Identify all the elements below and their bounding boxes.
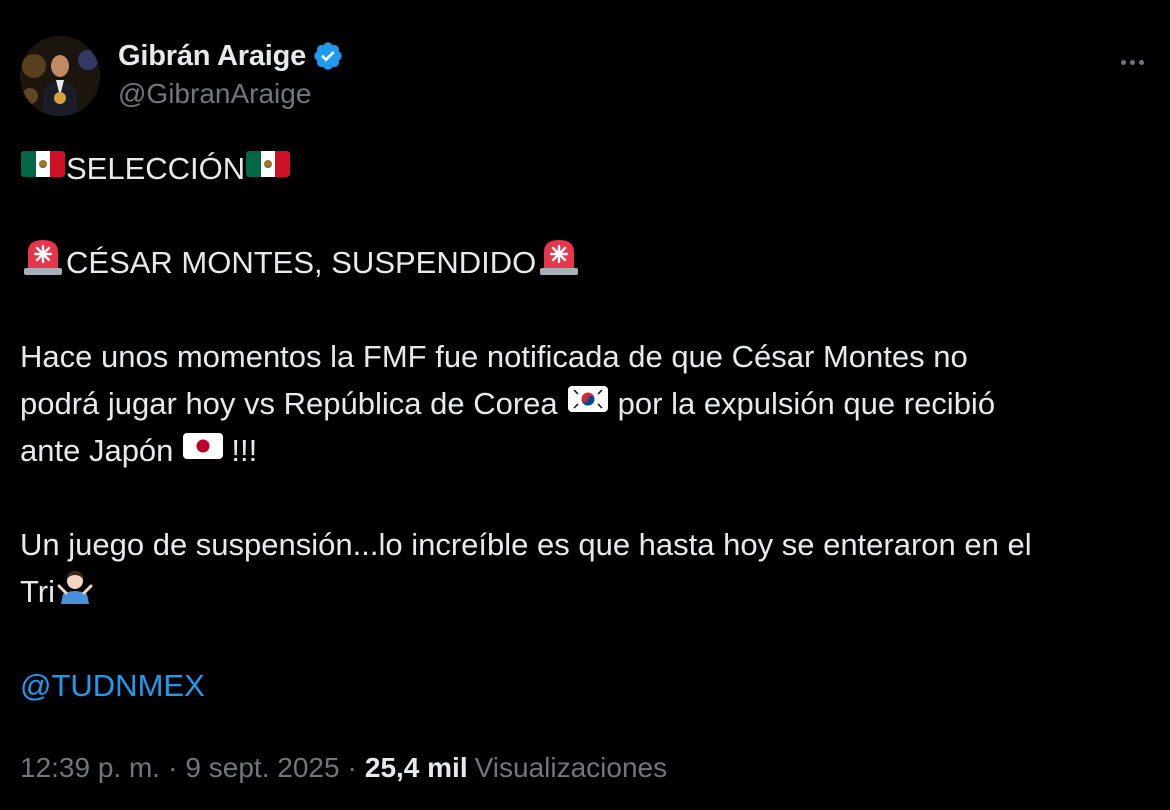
tweet-line: CÉSAR MONTES, SUSPENDIDO (20, 239, 1150, 286)
tweet-paragraph-text: por la expulsión que recibió (617, 386, 996, 421)
tweet-line: Hace unos momentos la FMF fue notificada… (20, 333, 1150, 380)
tweet-line: Tri (20, 568, 1150, 615)
tweet-time[interactable]: 12:39 p. m. (20, 752, 160, 784)
mention-link[interactable]: @TUDNMEX (20, 662, 205, 709)
avatar[interactable] (20, 36, 100, 116)
separator-dot: · (168, 752, 178, 783)
author-info: Gibrán Araige @GibranAraige (118, 38, 344, 110)
tweet-metadata: 12:39 p. m. · 9 sept. 2025 · 25,4 mil Vi… (20, 752, 667, 784)
author-display-name[interactable]: Gibrán Araige (118, 40, 306, 73)
verified-badge-icon[interactable] (312, 40, 344, 72)
separator-dot: · (347, 752, 357, 783)
tweet-paragraph-text: ante Japón (20, 433, 174, 468)
views-count[interactable]: 25,4 mil (365, 752, 468, 784)
author-handle[interactable]: @GibranAraige (118, 78, 344, 110)
tweet-paragraph-text: !!! (231, 433, 258, 468)
mexico-flag-icon (21, 145, 65, 192)
tweet-line: ante Japón !!! (20, 427, 1150, 474)
tweet-paragraph-text: Un juego de suspensión...lo increíble es… (20, 527, 1032, 562)
tweet-heading-seleccion: SELECCIÓN (66, 151, 246, 186)
mexico-flag-icon (246, 145, 291, 192)
tweet-date[interactable]: 9 sept. 2025 (185, 752, 339, 784)
tweet-paragraph-text: Tri (20, 574, 55, 609)
person-shrugging-icon (56, 566, 94, 617)
tweet-headline: CÉSAR MONTES, SUSPENDIDO (66, 245, 537, 280)
views-label[interactable]: Visualizaciones (475, 752, 668, 784)
tweet-text: SELECCIÓN CÉSAR MONTES, SUSPENDIDO Hace … (20, 145, 1150, 709)
tweet-paragraph-text: podrá jugar hoy vs República de Corea (20, 386, 558, 421)
south-korea-flag-icon (567, 380, 608, 427)
japan-flag-icon (183, 427, 224, 474)
name-row: Gibrán Araige (118, 38, 344, 74)
rotating-light-icon (537, 236, 581, 289)
tweet-header: Gibrán Araige @GibranAraige (20, 36, 1150, 116)
tweet-card: Gibrán Araige @GibranAraige SELECCIÓN CÉ… (0, 0, 1170, 810)
tweet-line: @TUDNMEX (20, 662, 1150, 709)
more-options-icon[interactable] (1114, 44, 1150, 80)
tweet-paragraph-text: Hace unos momentos la FMF fue notificada… (20, 339, 968, 374)
tweet-line: podrá jugar hoy vs República de Corea po… (20, 380, 1150, 427)
tweet-line: Un juego de suspensión...lo increíble es… (20, 521, 1150, 568)
tweet-line: SELECCIÓN (20, 145, 1150, 192)
profile-photo-icon (20, 36, 100, 116)
rotating-light-icon (21, 236, 65, 289)
